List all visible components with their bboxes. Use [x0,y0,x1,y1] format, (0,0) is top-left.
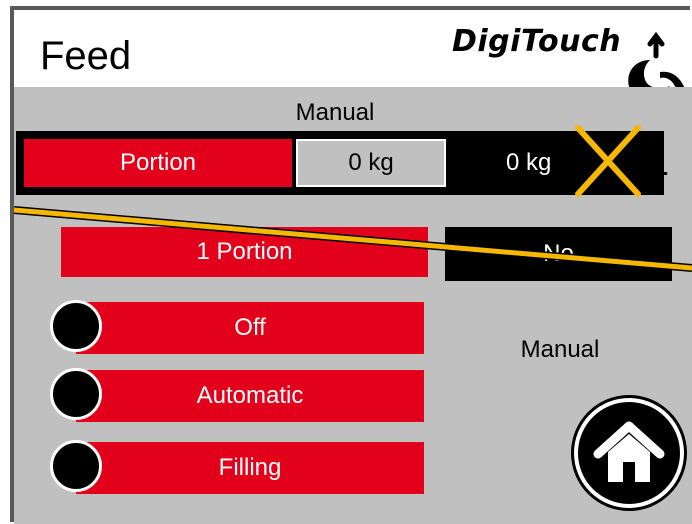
mode-label: Manual [295,99,375,126]
home-button[interactable] [574,398,684,508]
no-button[interactable]: No [445,227,672,281]
portion-value-field[interactable]: 0 kg [296,139,446,187]
filling-radio[interactable] [50,440,102,492]
logo-text: DigiTouch [452,24,622,59]
portion-name[interactable]: Portion [24,139,292,187]
status-label: Manual [520,336,600,363]
off-radio[interactable] [50,300,102,352]
automatic-radio[interactable] [50,368,102,420]
portion-count: 1 [646,140,670,184]
page-title: Feed [40,34,132,78]
home-icon [593,421,665,482]
one-portion-button[interactable]: 1 Portion [61,227,428,277]
portion-total-value: 0 kg [506,149,552,176]
filling-button[interactable]: Filling [76,442,424,494]
off-button[interactable]: Off [76,302,424,354]
automatic-button[interactable]: Automatic [76,370,424,422]
portion-bar: Portion 0 kg 0 kg [16,131,664,195]
